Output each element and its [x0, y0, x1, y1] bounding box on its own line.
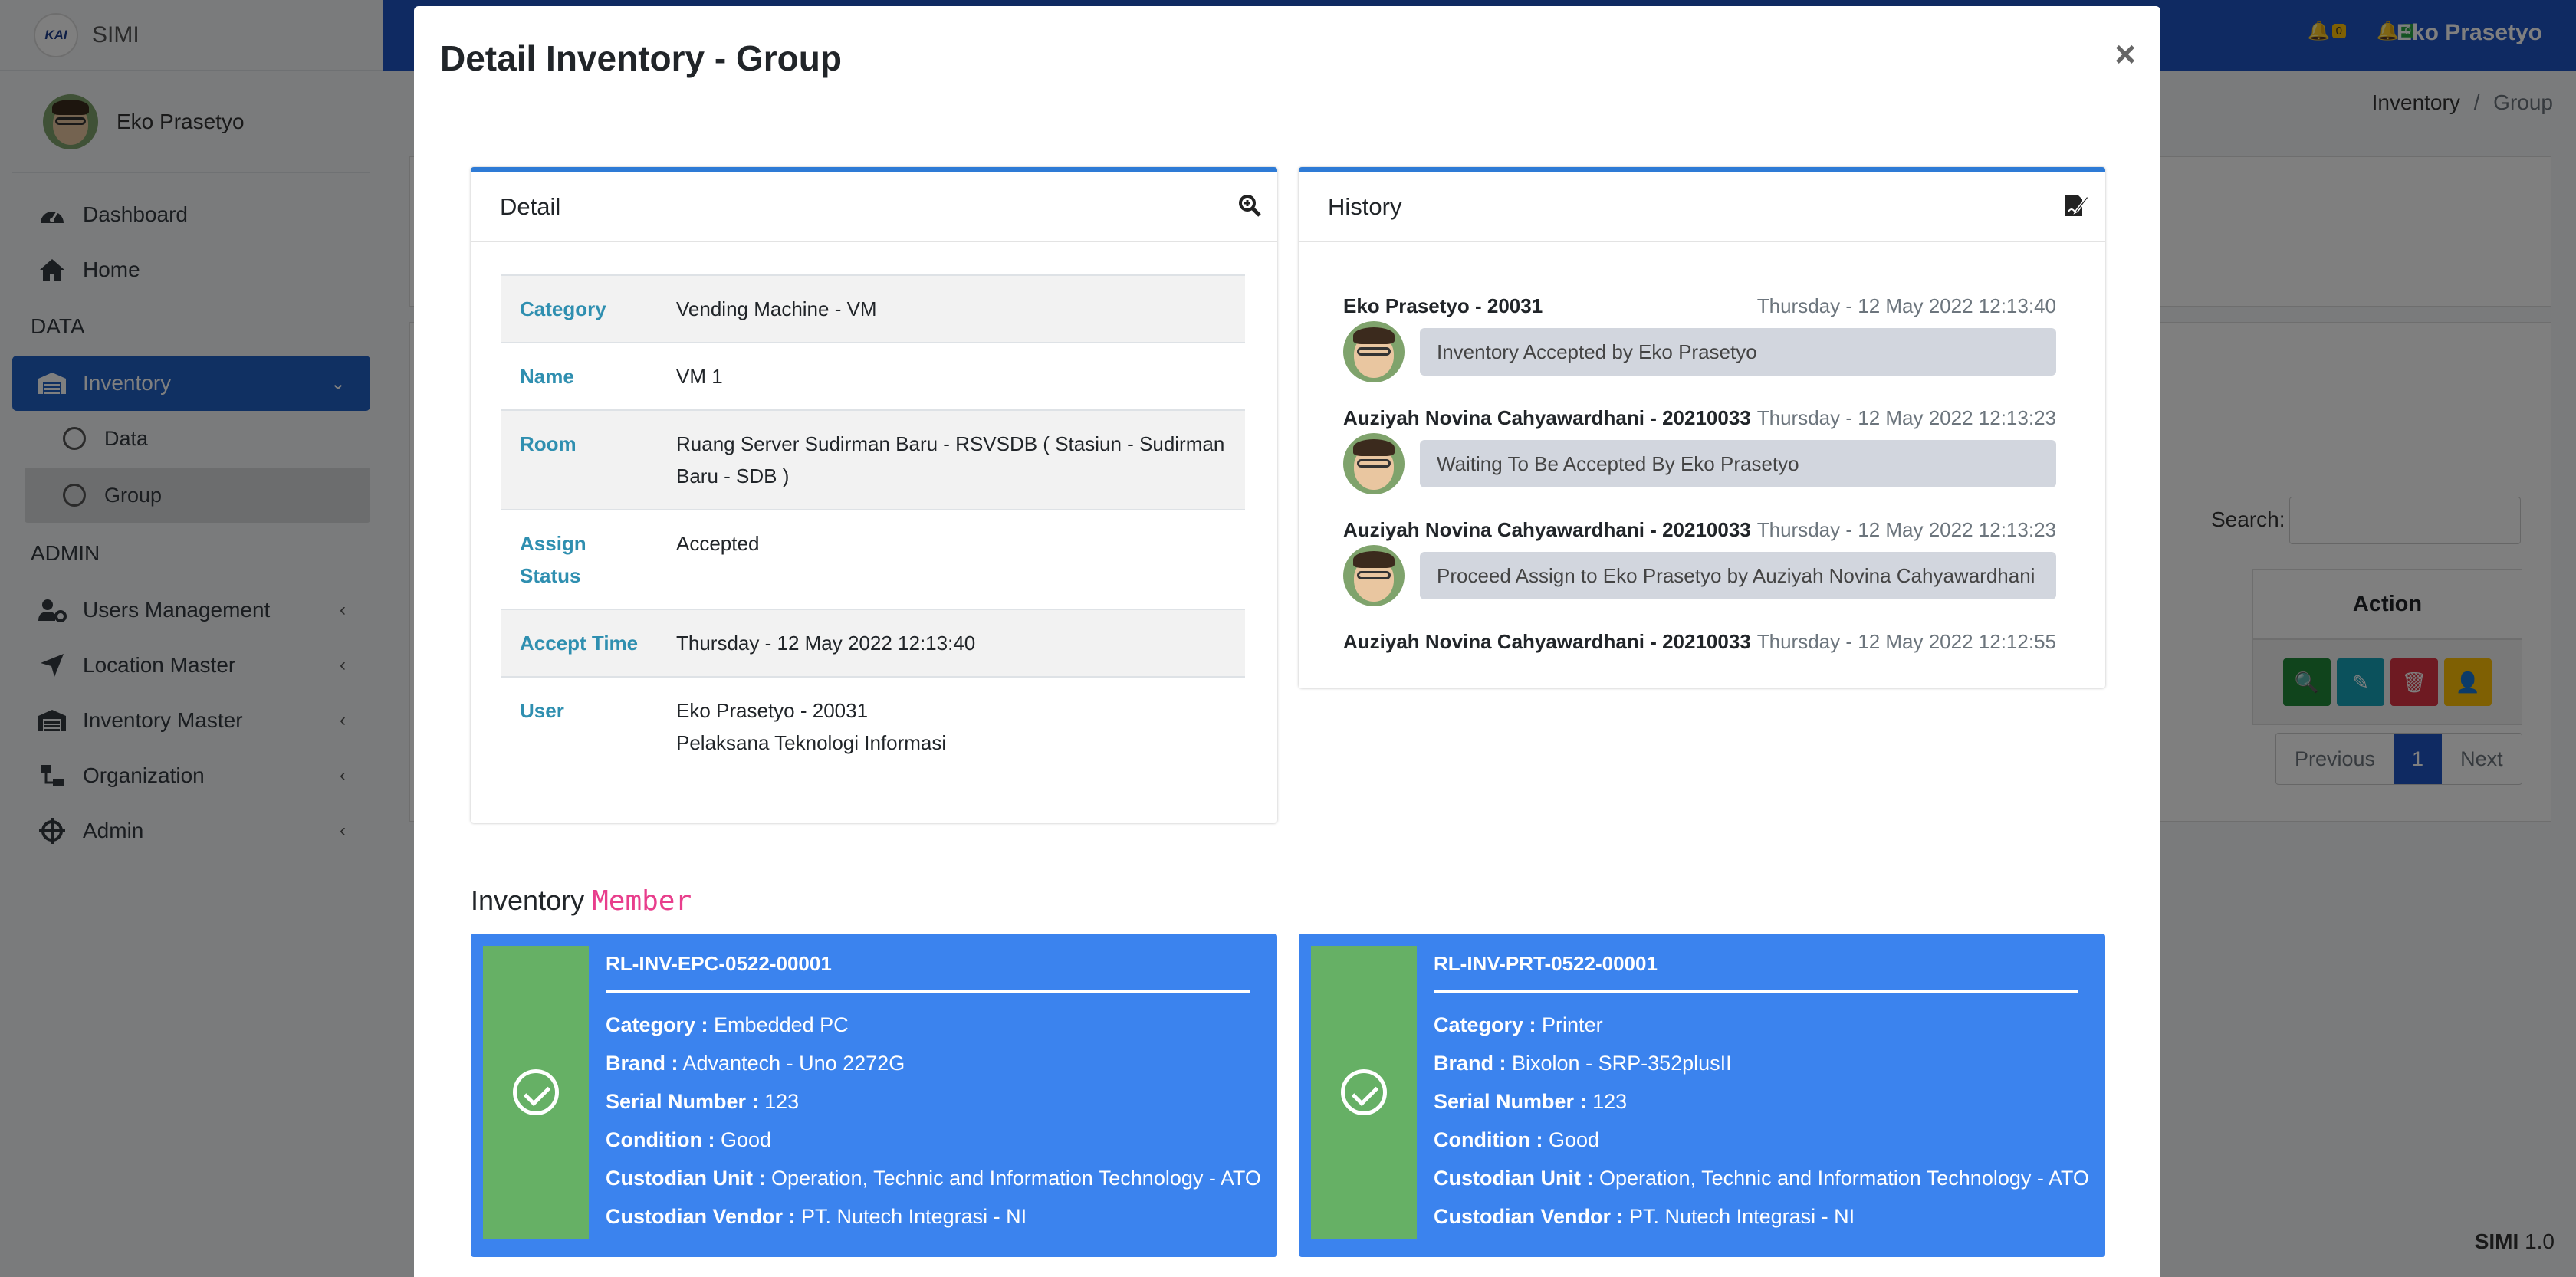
detail-key: Name: [501, 342, 658, 410]
history-time: Thursday - 12 May 2022 12:13:40: [1756, 294, 2056, 317]
member-unit: Operation, Technic and Information Techn…: [771, 1167, 1261, 1190]
detail-key: Assign Status: [501, 509, 658, 609]
field-label: Category :: [1434, 1013, 1536, 1036]
history-message: Proceed Assign to Eko Prasetyo by Auziya…: [1420, 552, 2056, 599]
check-circle-icon: [1341, 1069, 1387, 1115]
member-category: Embedded PC: [714, 1013, 849, 1036]
detail-card-header: Detail: [471, 172, 1277, 242]
member-serial: 123: [1592, 1090, 1628, 1113]
member-vendor: PT. Nutech Integrasi - NI: [801, 1205, 1027, 1228]
detail-key: User: [501, 676, 658, 776]
field-label: Custodian Vendor :: [1434, 1205, 1624, 1228]
detail-modal: Detail Inventory - Group × Detail Catego…: [414, 6, 2160, 1277]
search-plus-icon[interactable]: [1237, 193, 1262, 224]
avatar: [1343, 433, 1405, 494]
field-label: Custodian Unit :: [606, 1167, 766, 1190]
table-row: Category Vending Machine - VM: [501, 274, 1245, 343]
member-condition: Good: [720, 1128, 772, 1151]
detail-value: Thursday - 12 May 2022 12:13:40: [658, 609, 1245, 677]
detail-table: Category Vending Machine - VM Name VM 1 …: [501, 274, 1245, 776]
history-user: Auziyah Novina Cahyawardhani - 20210033: [1343, 630, 1751, 653]
close-icon[interactable]: ×: [2114, 34, 2136, 76]
detail-value: VM 1: [658, 342, 1245, 410]
field-label: Condition :: [606, 1128, 715, 1151]
history-message: Waiting To Be Accepted By Eko Prasetyo: [1420, 440, 2056, 487]
member-code: RL-INV-PRT-0522-00001: [1434, 952, 2078, 993]
member-category: Printer: [1542, 1013, 1603, 1036]
field-label: Serial Number :: [606, 1090, 759, 1113]
table-row: Room Ruang Server Sudirman Baru - RSVSDB…: [501, 409, 1245, 510]
member-card[interactable]: RL-INV-EPC-0522-00001 Category : Embedde…: [471, 934, 1277, 1257]
history-user: Auziyah Novina Cahyawardhani - 20210033: [1343, 406, 1751, 429]
member-serial: 123: [764, 1090, 800, 1113]
history-time: Thursday - 12 May 2022 12:12:55: [1756, 630, 2056, 653]
member-brand: Bixolon - SRP-352plusII: [1512, 1052, 1732, 1075]
modal-title: Detail Inventory - Group: [440, 38, 842, 78]
detail-value: Ruang Server Sudirman Baru - RSVSDB ( St…: [658, 409, 1245, 510]
detail-value: Eko Prasetyo - 20031 Pelaksana Teknologi…: [658, 676, 1245, 776]
table-row: Assign Status Accepted: [501, 509, 1245, 609]
user-position-value: Pelaksana Teknologi Informasi: [676, 731, 947, 754]
member-section-title: Inventory Member: [471, 885, 692, 917]
history-card: History Eko Prasetyo - 20031 Thursday - …: [1299, 167, 2105, 688]
field-label: Brand :: [1434, 1052, 1506, 1075]
table-row: Name VM 1: [501, 342, 1245, 410]
history-entry: Auziyah Novina Cahyawardhani - 20210033 …: [1343, 518, 2056, 606]
member-unit: Operation, Technic and Information Techn…: [1599, 1167, 2089, 1190]
member-brand: Advantech - Uno 2272G: [682, 1052, 905, 1075]
field-label: Serial Number :: [1434, 1090, 1587, 1113]
member-condition: Good: [1548, 1128, 1600, 1151]
member-card[interactable]: RL-INV-PRT-0522-00001 Category : Printer…: [1299, 934, 2105, 1257]
history-message: Inventory Accepted by Eko Prasetyo: [1420, 328, 2056, 376]
member-title-accent: Member: [592, 885, 692, 917]
field-label: Condition :: [1434, 1128, 1543, 1151]
history-time: Thursday - 12 May 2022 12:13:23: [1756, 518, 2056, 541]
detail-value: Vending Machine - VM: [658, 274, 1245, 343]
avatar: [1343, 321, 1405, 382]
history-user: Auziyah Novina Cahyawardhani - 20210033: [1343, 518, 1751, 541]
field-label: Custodian Vendor :: [606, 1205, 796, 1228]
member-status: [483, 946, 589, 1239]
history-card-title: History: [1328, 192, 1402, 220]
table-row: User Eko Prasetyo - 20031 Pelaksana Tekn…: [501, 676, 1245, 776]
member-title-main: Inventory: [471, 885, 585, 916]
detail-key: Room: [501, 409, 658, 510]
history-user: Eko Prasetyo - 20031: [1343, 294, 1543, 317]
file-signature-icon[interactable]: [2064, 193, 2090, 224]
field-label: Custodian Unit :: [1434, 1167, 1594, 1190]
check-circle-icon: [513, 1069, 559, 1115]
history-entry: Auziyah Novina Cahyawardhani - 20210033 …: [1343, 630, 2056, 654]
member-vendor: PT. Nutech Integrasi - NI: [1629, 1205, 1855, 1228]
member-code: RL-INV-EPC-0522-00001: [606, 952, 1250, 993]
table-row: Accept Time Thursday - 12 May 2022 12:13…: [501, 609, 1245, 677]
detail-value: Accepted: [658, 509, 1245, 609]
user-id-value: Eko Prasetyo - 20031: [676, 699, 869, 722]
member-status: [1311, 946, 1417, 1239]
history-card-header: History: [1299, 172, 2105, 242]
history-entry: Eko Prasetyo - 20031 Thursday - 12 May 2…: [1343, 294, 2056, 382]
detail-card: Detail Category Vending Machine - VM Nam…: [471, 167, 1277, 823]
history-entry: Auziyah Novina Cahyawardhani - 20210033 …: [1343, 406, 2056, 494]
modal-header: Detail Inventory - Group ×: [414, 6, 2160, 110]
history-time: Thursday - 12 May 2022 12:13:23: [1756, 406, 2056, 429]
avatar: [1343, 545, 1405, 606]
field-label: Brand :: [606, 1052, 678, 1075]
detail-key: Accept Time: [501, 609, 658, 677]
detail-key: Category: [501, 274, 658, 343]
detail-card-title: Detail: [500, 192, 561, 220]
field-label: Category :: [606, 1013, 708, 1036]
